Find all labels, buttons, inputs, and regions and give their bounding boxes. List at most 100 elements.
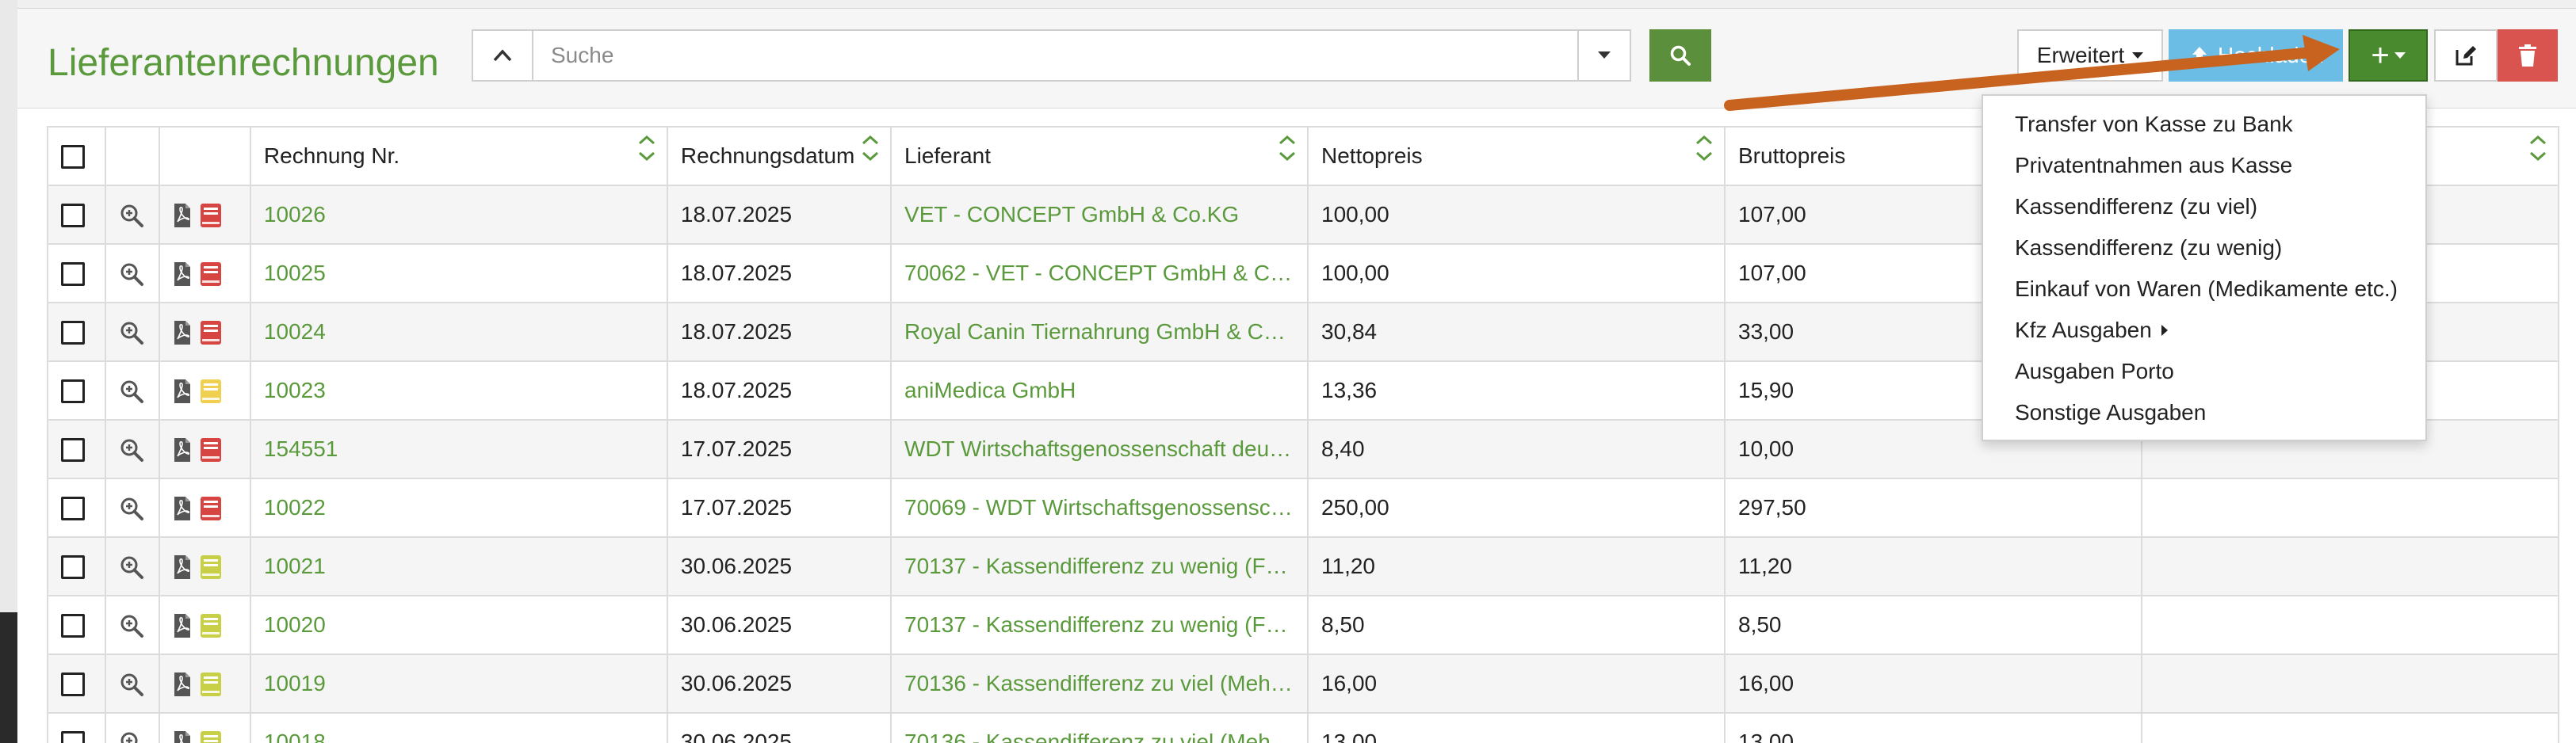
column-header-rechnung-nr[interactable]: Rechnung Nr. xyxy=(249,126,668,186)
pdf-file-icon[interactable] xyxy=(173,613,192,638)
row-checkbox-cell[interactable] xyxy=(47,302,106,362)
row-view-cell[interactable] xyxy=(104,478,161,538)
zoom-in-icon[interactable] xyxy=(119,613,144,638)
supplier-link[interactable]: aniMedica GmbH xyxy=(890,360,1309,421)
pdf-file-icon[interactable] xyxy=(173,203,192,228)
search-dropdown-button[interactable] xyxy=(1577,31,1630,80)
row-checkbox-cell[interactable] xyxy=(47,243,106,303)
row-checkbox[interactable] xyxy=(61,731,85,743)
supplier-link[interactable]: WDT Wirtschaftsgenossenschaft deutscher … xyxy=(890,419,1309,479)
row-checkbox-cell[interactable] xyxy=(47,419,106,479)
table-row[interactable]: 10020 30.06.2025 70137 - Kassendifferenz z… xyxy=(47,595,2560,655)
row-checkbox-cell[interactable] xyxy=(47,478,106,538)
book-icon[interactable] xyxy=(200,261,222,287)
row-checkbox[interactable] xyxy=(61,321,85,345)
table-row[interactable]: 10021 30.06.2025 70137 - Kassendifferenz z… xyxy=(47,536,2560,596)
book-icon[interactable] xyxy=(200,496,222,521)
search-button[interactable] xyxy=(1649,29,1711,82)
pdf-file-icon[interactable] xyxy=(173,379,192,404)
row-checkbox-cell[interactable] xyxy=(47,185,106,245)
search-input[interactable] xyxy=(533,31,1577,80)
add-menu-item[interactable]: Einkauf von Waren (Medikamente etc.) xyxy=(1983,269,2425,310)
row-view-cell[interactable] xyxy=(104,243,161,303)
pdf-file-icon[interactable] xyxy=(173,496,192,521)
row-checkbox[interactable] xyxy=(61,379,85,404)
zoom-in-icon[interactable] xyxy=(119,203,144,228)
sort-icon[interactable] xyxy=(1695,135,1713,161)
zoom-in-icon[interactable] xyxy=(119,730,144,743)
zoom-in-icon[interactable] xyxy=(119,554,144,580)
invoice-number-link[interactable]: 10025 xyxy=(249,243,668,303)
supplier-link[interactable]: 70137 - Kassendifferenz zu wenig (Fehlbe… xyxy=(890,536,1309,596)
add-menu-item[interactable]: Transfer von Kasse zu Bank xyxy=(1983,104,2425,145)
row-checkbox-cell[interactable] xyxy=(47,712,106,743)
row-checkbox-cell[interactable] xyxy=(47,595,106,655)
book-icon[interactable] xyxy=(200,203,222,228)
row-view-cell[interactable] xyxy=(104,653,161,714)
select-all-checkbox-cell[interactable] xyxy=(47,126,106,186)
row-checkbox[interactable] xyxy=(61,204,85,228)
pdf-file-icon[interactable] xyxy=(173,554,192,580)
book-icon[interactable] xyxy=(200,320,222,345)
row-checkbox[interactable] xyxy=(61,614,85,638)
select-all-checkbox[interactable] xyxy=(61,145,85,170)
row-view-cell[interactable] xyxy=(104,360,161,421)
zoom-in-icon[interactable] xyxy=(119,437,144,463)
table-row[interactable]: 10018 30.06.2025 70136 - Kassendifferenz z… xyxy=(47,712,2560,743)
row-checkbox[interactable] xyxy=(61,438,85,463)
column-header-lieferant[interactable]: Lieferant xyxy=(890,126,1309,186)
sort-icon[interactable] xyxy=(638,135,655,161)
sort-icon[interactable] xyxy=(1278,135,1296,161)
invoice-number-link[interactable]: 10019 xyxy=(249,653,668,714)
invoice-number-link[interactable]: 10021 xyxy=(249,536,668,596)
invoice-number-link[interactable]: 10023 xyxy=(249,360,668,421)
row-view-cell[interactable] xyxy=(104,302,161,362)
add-menu-item[interactable]: Ausgaben Porto xyxy=(1983,351,2425,392)
book-icon[interactable] xyxy=(200,613,222,638)
column-header-rechnungsdatum[interactable]: Rechnungsdatum xyxy=(666,126,892,186)
invoice-number-link[interactable]: 10020 xyxy=(249,595,668,655)
invoice-number-link[interactable]: 154551 xyxy=(249,419,668,479)
row-checkbox-cell[interactable] xyxy=(47,653,106,714)
row-checkbox-cell[interactable] xyxy=(47,360,106,421)
pdf-file-icon[interactable] xyxy=(173,437,192,463)
sort-icon[interactable] xyxy=(2529,135,2547,161)
add-menu-item[interactable]: Kassendifferenz (zu viel) xyxy=(1983,186,2425,227)
book-icon[interactable] xyxy=(200,730,222,743)
invoice-number-link[interactable]: 10024 xyxy=(249,302,668,362)
row-checkbox[interactable] xyxy=(61,262,85,287)
table-row[interactable]: 10022 17.07.2025 70069 - WDT Wirtschaftsge… xyxy=(47,478,2560,538)
supplier-link[interactable]: 70136 - Kassendifferenz zu viel (Mehrbet… xyxy=(890,712,1309,743)
row-view-cell[interactable] xyxy=(104,536,161,596)
add-button[interactable]: + xyxy=(2349,29,2428,82)
row-view-cell[interactable] xyxy=(104,185,161,245)
supplier-link[interactable]: 70069 - WDT Wirtschaftsgenossenschaft de… xyxy=(890,478,1309,538)
add-menu-item[interactable]: Kassendifferenz (zu wenig) xyxy=(1983,227,2425,269)
row-view-cell[interactable] xyxy=(104,419,161,479)
add-menu-item[interactable]: Sonstige Ausgaben xyxy=(1983,392,2425,433)
row-view-cell[interactable] xyxy=(104,712,161,743)
zoom-in-icon[interactable] xyxy=(119,672,144,697)
zoom-in-icon[interactable] xyxy=(119,496,144,521)
invoice-number-link[interactable]: 10026 xyxy=(249,185,668,245)
sort-icon[interactable] xyxy=(862,135,879,161)
book-icon[interactable] xyxy=(200,379,222,404)
book-icon[interactable] xyxy=(200,437,222,463)
pdf-file-icon[interactable] xyxy=(173,261,192,287)
table-row[interactable]: 10019 30.06.2025 70136 - Kassendifferenz z… xyxy=(47,653,2560,714)
add-menu-item[interactable]: Kfz Ausgaben xyxy=(1983,310,2425,351)
add-menu-item[interactable]: Privatentnahmen aus Kasse xyxy=(1983,145,2425,186)
upload-button[interactable]: Hochladen xyxy=(2169,29,2343,82)
zoom-in-icon[interactable] xyxy=(119,320,144,345)
zoom-in-icon[interactable] xyxy=(119,261,144,287)
row-checkbox[interactable] xyxy=(61,673,85,697)
supplier-link[interactable]: 70062 - VET - CONCEPT GmbH & Co.KG xyxy=(890,243,1309,303)
supplier-link[interactable]: Royal Canin Tiernahrung GmbH & Co.KG xyxy=(890,302,1309,362)
row-checkbox[interactable] xyxy=(61,555,85,580)
row-checkbox[interactable] xyxy=(61,497,85,521)
supplier-link[interactable]: 70136 - Kassendifferenz zu viel (Mehrbet… xyxy=(890,653,1309,714)
zoom-in-icon[interactable] xyxy=(119,379,144,404)
delete-button[interactable] xyxy=(2498,29,2558,82)
pdf-file-icon[interactable] xyxy=(173,730,192,743)
advanced-button[interactable]: Erweitert xyxy=(2017,29,2163,82)
